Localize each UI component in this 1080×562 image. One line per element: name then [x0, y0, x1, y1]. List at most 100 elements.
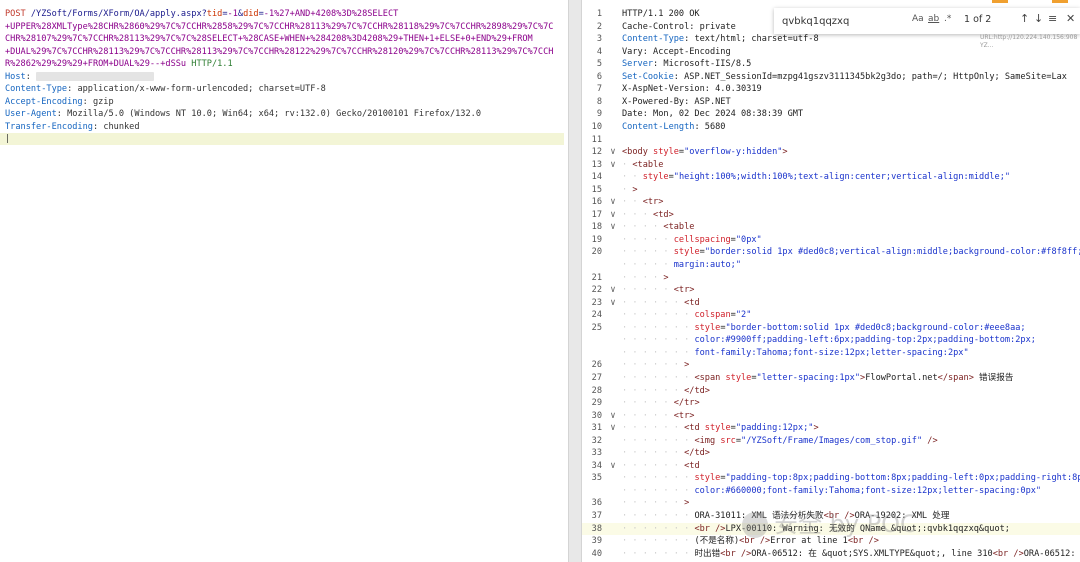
response-row[interactable]: 26 · · · · · · >	[582, 359, 1080, 372]
request-pane[interactable]: POST /YZSoft/Forms/XForm/OA/apply.aspx?t…	[0, 0, 568, 562]
fold-chevron-icon[interactable]: ∨	[608, 159, 618, 172]
fold-chevron-icon[interactable]: ∨	[608, 196, 618, 209]
response-row[interactable]: 34 ∨ · · · · · · <td	[582, 460, 1080, 473]
response-pane[interactable]: 1 HTTP/1.1 200 OK 2 Cache-Control: private 3…	[582, 0, 1080, 562]
response-row[interactable]: 35 · · · · · · · style="padding-top:8px;p…	[582, 472, 1080, 485]
response-row[interactable]: 23 ∨ · · · · · · <td	[582, 297, 1080, 310]
response-row[interactable]: · · · · · · · color:#660000;font-family:…	[582, 485, 1080, 498]
response-row[interactable]: 38 · · · · · · · <br />LPX-00110: Warning…	[582, 522, 1080, 536]
response-row[interactable]: 27 · · · · · · · <span style="letter-spac…	[582, 372, 1080, 385]
response-row[interactable]: 22 ∨ · · · · · <tr>	[582, 284, 1080, 297]
response-row[interactable]: 16 ∨ · · <tr>	[582, 196, 1080, 209]
response-row[interactable]: 12 ∨ <body style="overflow-y:hidden">	[582, 146, 1080, 159]
fold-chevron-icon[interactable]: ∨	[608, 209, 618, 222]
request-line[interactable]: CHR%28107%29%7C%7CCHR%28113%29%7C%7C%28S…	[5, 33, 564, 45]
response-row[interactable]: · · · · · margin:auto;"	[582, 259, 1080, 272]
match-count: 1 of 2	[964, 14, 992, 25]
find-in-selection-icon[interactable]: ≡	[1048, 12, 1057, 25]
response-row[interactable]: · · · · · · · font-family:Tahoma;font-si…	[582, 347, 1080, 360]
code-line: · · · · · style="border:solid 1px #ded0c…	[622, 246, 1080, 259]
request-line[interactable]: User-Agent: Mozilla/5.0 (Windows NT 10.0…	[5, 108, 564, 120]
response-row[interactable]: · · · · · · · color:#9900ff;padding-left…	[582, 334, 1080, 347]
request-line[interactable]: Transfer-Encoding: chunked	[5, 121, 564, 133]
code-line: · · · · · · · <span style="letter-spacin…	[622, 372, 1080, 385]
fold-chevron-icon[interactable]: ∨	[608, 146, 618, 159]
response-row[interactable]: 18 ∨ · · · · <table	[582, 221, 1080, 234]
line-number: 7	[596, 84, 602, 95]
indent-guide: · ·	[622, 197, 643, 208]
response-row[interactable]: 28 · · · · · · </td>	[582, 385, 1080, 398]
response-row[interactable]: 19 · · · · · cellspacing="0px"	[582, 234, 1080, 247]
request-token: : Mozilla/5.0 (Windows NT 10.0; Win64; x…	[56, 109, 482, 119]
request-token: |	[5, 134, 11, 144]
code-token: >	[663, 272, 669, 283]
request-line[interactable]: Host:	[5, 71, 564, 83]
line-number: 31	[591, 423, 602, 434]
fold-chevron-icon[interactable]: ∨	[608, 422, 618, 435]
response-row[interactable]: 21 · · · · >	[582, 272, 1080, 285]
code-token: <table	[663, 222, 695, 233]
response-row[interactable]: 33 · · · · · · </td>	[582, 447, 1080, 460]
response-row[interactable]: 20 · · · · · style="border:solid 1px #ded…	[582, 246, 1080, 259]
request-line[interactable]: +DUAL%29%7C%7CCHR%28113%29%7C%7CCHR%2811…	[5, 46, 564, 58]
request-line[interactable]: POST /YZSoft/Forms/XForm/OA/apply.aspx?t…	[5, 8, 564, 20]
response-row[interactable]: 24 · · · · · · · colspan="2"	[582, 309, 1080, 322]
indent-guide: · · · · · · ·	[622, 372, 695, 383]
pane-divider[interactable]	[568, 0, 582, 562]
response-row[interactable]: 8 X-Powered-By: ASP.NET	[582, 96, 1080, 109]
code-line: · · · · <table	[622, 221, 1080, 234]
match-case-toggle[interactable]: Aa	[912, 14, 924, 24]
next-match-icon[interactable]: ↓	[1034, 12, 1043, 25]
request-line[interactable]: Content-Type: application/x-www-form-url…	[5, 83, 564, 95]
response-row[interactable]: 5 Server: Microsoft-IIS/8.5	[582, 58, 1080, 71]
request-token: Host	[5, 71, 26, 82]
code-token: ORA-06512: 在 &quot;SYS.XMLTYPE&quot;, li…	[751, 548, 993, 559]
fold-chevron-icon[interactable]: ∨	[608, 221, 618, 234]
code-token: : Microsoft-IIS/8.5	[653, 59, 752, 70]
code-token: >	[684, 498, 690, 509]
request-line[interactable]: |	[0, 133, 564, 145]
line-number: 15	[591, 184, 602, 195]
code-token: "height:100%;width:100%;text-align:cente…	[673, 172, 1011, 183]
fold-chevron-icon[interactable]: ∨	[608, 284, 618, 297]
response-row[interactable]: 30 ∨ · · · · · <tr>	[582, 410, 1080, 423]
response-row[interactable]: 17 ∨ · · · <td>	[582, 209, 1080, 222]
line-number: 3	[596, 34, 602, 45]
response-row[interactable]: 31 ∨ · · · · · · <td style="padding:12px;"…	[582, 422, 1080, 435]
prev-match-icon[interactable]: ↑	[1020, 12, 1029, 25]
response-row[interactable]: 10 Content-Length: 5680	[582, 121, 1080, 134]
response-row[interactable]: 15 · >	[582, 184, 1080, 197]
close-find-icon[interactable]: ✕	[1066, 12, 1075, 25]
request-line[interactable]: R%2862%29%29%29+FROM+DUAL%29--+dSSu HTTP…	[5, 58, 564, 70]
fold-chevron-icon[interactable]: ∨	[608, 297, 618, 310]
whole-word-toggle[interactable]: ab	[928, 14, 939, 24]
response-row[interactable]: 14 · · style="height:100%;width:100%;text…	[582, 171, 1080, 184]
response-row[interactable]: 29 · · · · · </tr>	[582, 397, 1080, 410]
response-row[interactable]: 13 ∨ · <table	[582, 159, 1080, 172]
indent-guide: · · · · · · ·	[622, 485, 695, 496]
response-row[interactable]: 11	[582, 134, 1080, 147]
request-line[interactable]: Accept-Encoding: gzip	[5, 96, 564, 108]
response-row[interactable]: 40 · · · · · · · 时出错<br />ORA-06512: 在 &q…	[582, 548, 1080, 561]
toolbar-button-1[interactable]	[992, 0, 1008, 3]
toolbar-button-2[interactable]	[1052, 0, 1068, 3]
regex-toggle[interactable]: .*	[944, 14, 951, 24]
code-token: cellspacing	[673, 234, 731, 245]
response-row[interactable]: 25 · · · · · · · style="border-bottom:sol…	[582, 322, 1080, 335]
response-row[interactable]: 32 · · · · · · · <img src="/YZSoft/Frame/…	[582, 435, 1080, 448]
code-line: · · · · · margin:auto;"	[622, 259, 1080, 272]
code-token: <span	[694, 372, 721, 383]
fold-chevron-icon[interactable]: ∨	[608, 460, 618, 473]
indent-guide: · · · · ·	[622, 285, 674, 296]
response-row[interactable]: 37 · · · · · · · ORA-31011: XML 语法分析失败<br…	[582, 510, 1080, 523]
response-row[interactable]: 7 X-AspNet-Version: 4.0.30319	[582, 83, 1080, 96]
response-row[interactable]: 36 · · · · · · >	[582, 497, 1080, 510]
response-row[interactable]: 9 Date: Mon, 02 Dec 2024 08:38:39 GMT	[582, 108, 1080, 121]
response-row[interactable]: 39 · · · · · · · (不是名称)<br />Error at lin…	[582, 535, 1080, 548]
code-token: </span>	[937, 372, 974, 383]
request-line[interactable]: +UPPER%28XMLType%28CHR%2860%29%7C%7CCHR%…	[5, 21, 564, 33]
indent-guide: · · · · · · ·	[622, 435, 695, 446]
fold-chevron-icon[interactable]: ∨	[608, 410, 618, 423]
response-row[interactable]: 6 Set-Cookie: ASP.NET_SessionId=mzpg41gsz…	[582, 71, 1080, 84]
code-token: style	[642, 172, 669, 183]
